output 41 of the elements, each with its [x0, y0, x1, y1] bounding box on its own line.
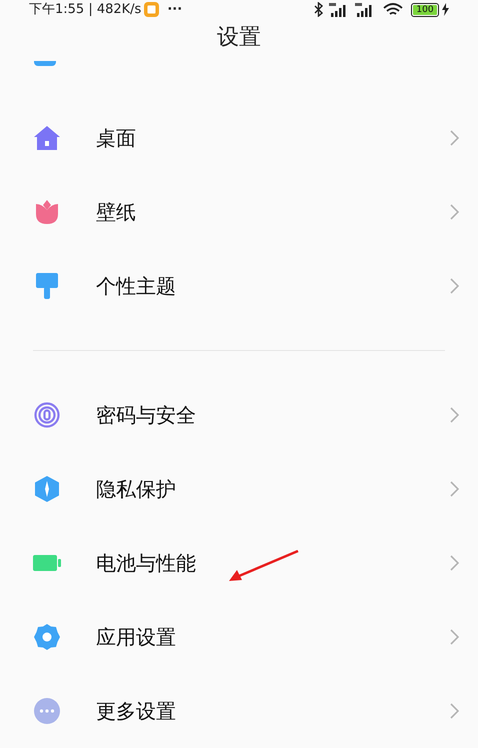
chevron-icon: [450, 407, 459, 423]
row-label: 桌面: [96, 125, 136, 152]
row-label: 应用设置: [96, 624, 176, 651]
more-indicator: ···: [167, 1, 182, 19]
house-icon: [34, 126, 60, 150]
settings-row[interactable]: 个性主题: [0, 249, 478, 323]
gear-icon: [34, 624, 60, 650]
battery-indicator: 100: [411, 2, 439, 17]
charging-icon: [442, 3, 449, 16]
settings-row[interactable]: 应用设置: [0, 600, 478, 674]
bar-icon: [34, 61, 56, 66]
chevron-icon: [450, 555, 459, 571]
settings-row[interactable]: 壁纸: [0, 175, 478, 249]
page-title: 设置: [217, 24, 261, 52]
fingerprint-icon: [34, 402, 60, 428]
settings-row[interactable]: 密码与安全: [0, 378, 478, 452]
row-label: 电池与性能: [96, 550, 196, 577]
bluetooth-icon: [314, 2, 323, 18]
chevron-icon: [450, 703, 459, 719]
annotation-arrow: [229, 550, 299, 582]
chevron-icon: [450, 278, 459, 294]
row-label: 个性主题: [96, 273, 176, 300]
wifi-icon: [383, 2, 403, 17]
chevron-icon: [450, 130, 459, 146]
chevron-icon: [450, 204, 459, 220]
settings-row[interactable]: 隐私保护: [0, 452, 478, 526]
settings-row[interactable]: 更多设置: [0, 674, 478, 748]
more-icon: [34, 698, 60, 724]
chevron-icon: [450, 481, 459, 497]
row-label: 更多设置: [96, 698, 176, 725]
status-time: 下午1:55 | 482K/s: [29, 1, 142, 19]
battery-icon: [33, 555, 61, 571]
row-label: 隐私保护: [96, 476, 176, 503]
tulip-icon: [35, 200, 59, 224]
hexagon-icon: [35, 476, 59, 502]
row-label: 密码与安全: [96, 402, 196, 429]
settings-row[interactable]: 桌面: [0, 101, 478, 175]
row-label: 壁纸: [96, 199, 136, 226]
brush-icon: [36, 273, 58, 299]
chevron-icon: [450, 629, 459, 645]
settings-row[interactable]: 电池与性能: [0, 526, 478, 600]
